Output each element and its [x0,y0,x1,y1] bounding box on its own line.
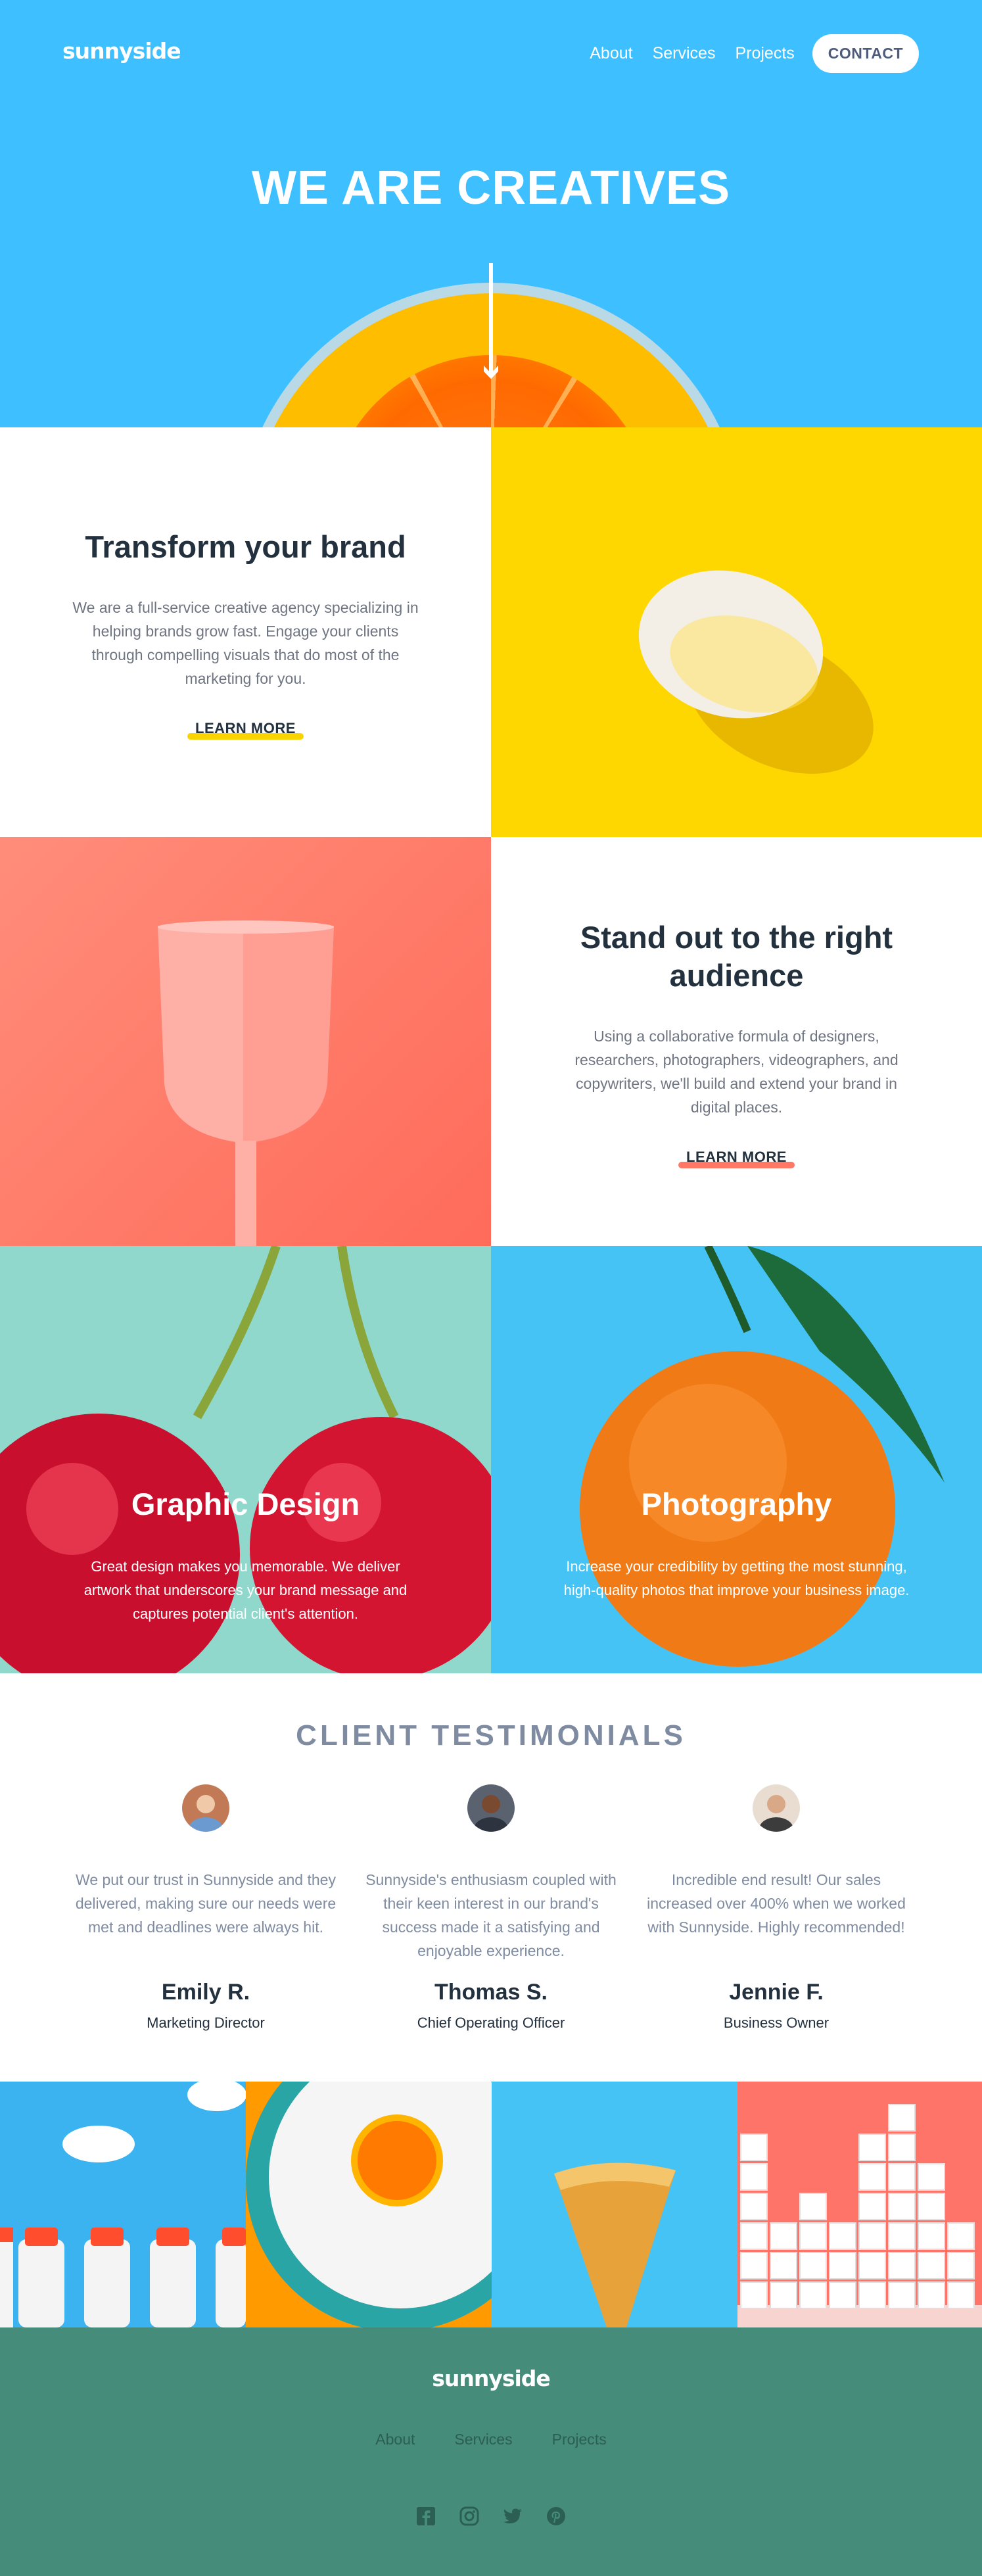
nav-projects[interactable]: Projects [735,44,794,63]
testimonial-quote: Sunnyside's enthusiasm coupled with thei… [365,1871,617,1959]
avatar [467,1784,515,1832]
arrow-down-icon[interactable] [484,263,498,381]
nav-services[interactable]: Services [653,44,716,63]
hero-title: WE ARE CREATIVES [251,162,731,214]
testimonial-role: Marketing Director [147,2015,265,2031]
feature-title: Stand out to the right audience [580,919,893,993]
footer-nav: About Services Projects [0,2431,982,2448]
logo[interactable]: sunnyside [62,38,181,64]
footer-nav-projects[interactable]: Projects [552,2431,607,2448]
cup-image [0,837,491,1247]
gallery-sugar-cubes [737,2082,982,2327]
facebook-icon[interactable] [416,2506,436,2526]
service-title: Graphic Design [131,1487,360,1521]
testimonial-card: We put our trust in Sunnyside and they d… [74,1784,337,2032]
testimonial-role: Chief Operating Officer [417,2015,565,2031]
twitter-icon[interactable] [503,2506,523,2526]
learn-more-link[interactable]: LEARN MORE [678,1149,795,1168]
footer-logo[interactable]: sunnyside [0,2366,982,2391]
avatar [182,1784,229,1832]
pinterest-icon[interactable] [546,2506,566,2526]
service-text: Great design makes you memorable. We del… [83,1558,408,1622]
testimonial-quote: We put our trust in Sunnyside and they d… [75,1871,337,1936]
feature-title: Transform your brand [85,529,406,564]
testimonial-name: Jennie F. [729,1980,824,2005]
feature-text: Using a collaborative formula of designe… [574,1027,899,1116]
service-photography: Photography Increase your credibility by… [491,1246,982,1673]
main-nav: About Services Projects CONTACT [570,34,919,73]
testimonial-card: Incredible end result! Our sales increas… [645,1784,908,2032]
testimonial-name: Thomas S. [434,1980,548,2005]
gallery-ice-cream-cone [492,2082,737,2327]
service-graphic-design: Graphic Design Great design makes you me… [0,1246,491,1673]
service-title: Photography [641,1487,832,1521]
feature-standout: Stand out to the right audience Using a … [491,837,982,1247]
service-text: Increase your credibility by getting the… [563,1558,910,1598]
egg-image [491,427,982,837]
hero-section: sunnyside About Services Projects CONTAC… [0,0,982,427]
testimonial-name: Emily R. [161,1980,250,2005]
contact-button[interactable]: CONTACT [812,34,919,73]
testimonials-heading: CLIENT TESTIMONIALS [296,1719,686,1752]
social-links [0,2506,982,2526]
gallery-orange-plate [246,2082,492,2327]
footer-nav-services[interactable]: Services [454,2431,512,2448]
footer-nav-about[interactable]: About [375,2431,415,2448]
avatar [753,1784,800,1832]
testimonial-quote: Incredible end result! Our sales increas… [647,1871,906,1936]
feature-text: We are a full-service creative agency sp… [72,598,419,687]
testimonial-role: Business Owner [723,2015,830,2031]
learn-more-link[interactable]: LEARN MORE [187,720,304,740]
feature-transform: Transform your brand We are a full-servi… [0,427,491,837]
gallery-milk-bottles [0,2082,246,2327]
instagram-icon[interactable] [459,2506,479,2526]
nav-about[interactable]: About [590,44,632,63]
footer: sunnyside About Services Projects [0,2327,982,2576]
testimonial-card: Sunnyside's enthusiasm coupled with thei… [360,1784,622,2032]
